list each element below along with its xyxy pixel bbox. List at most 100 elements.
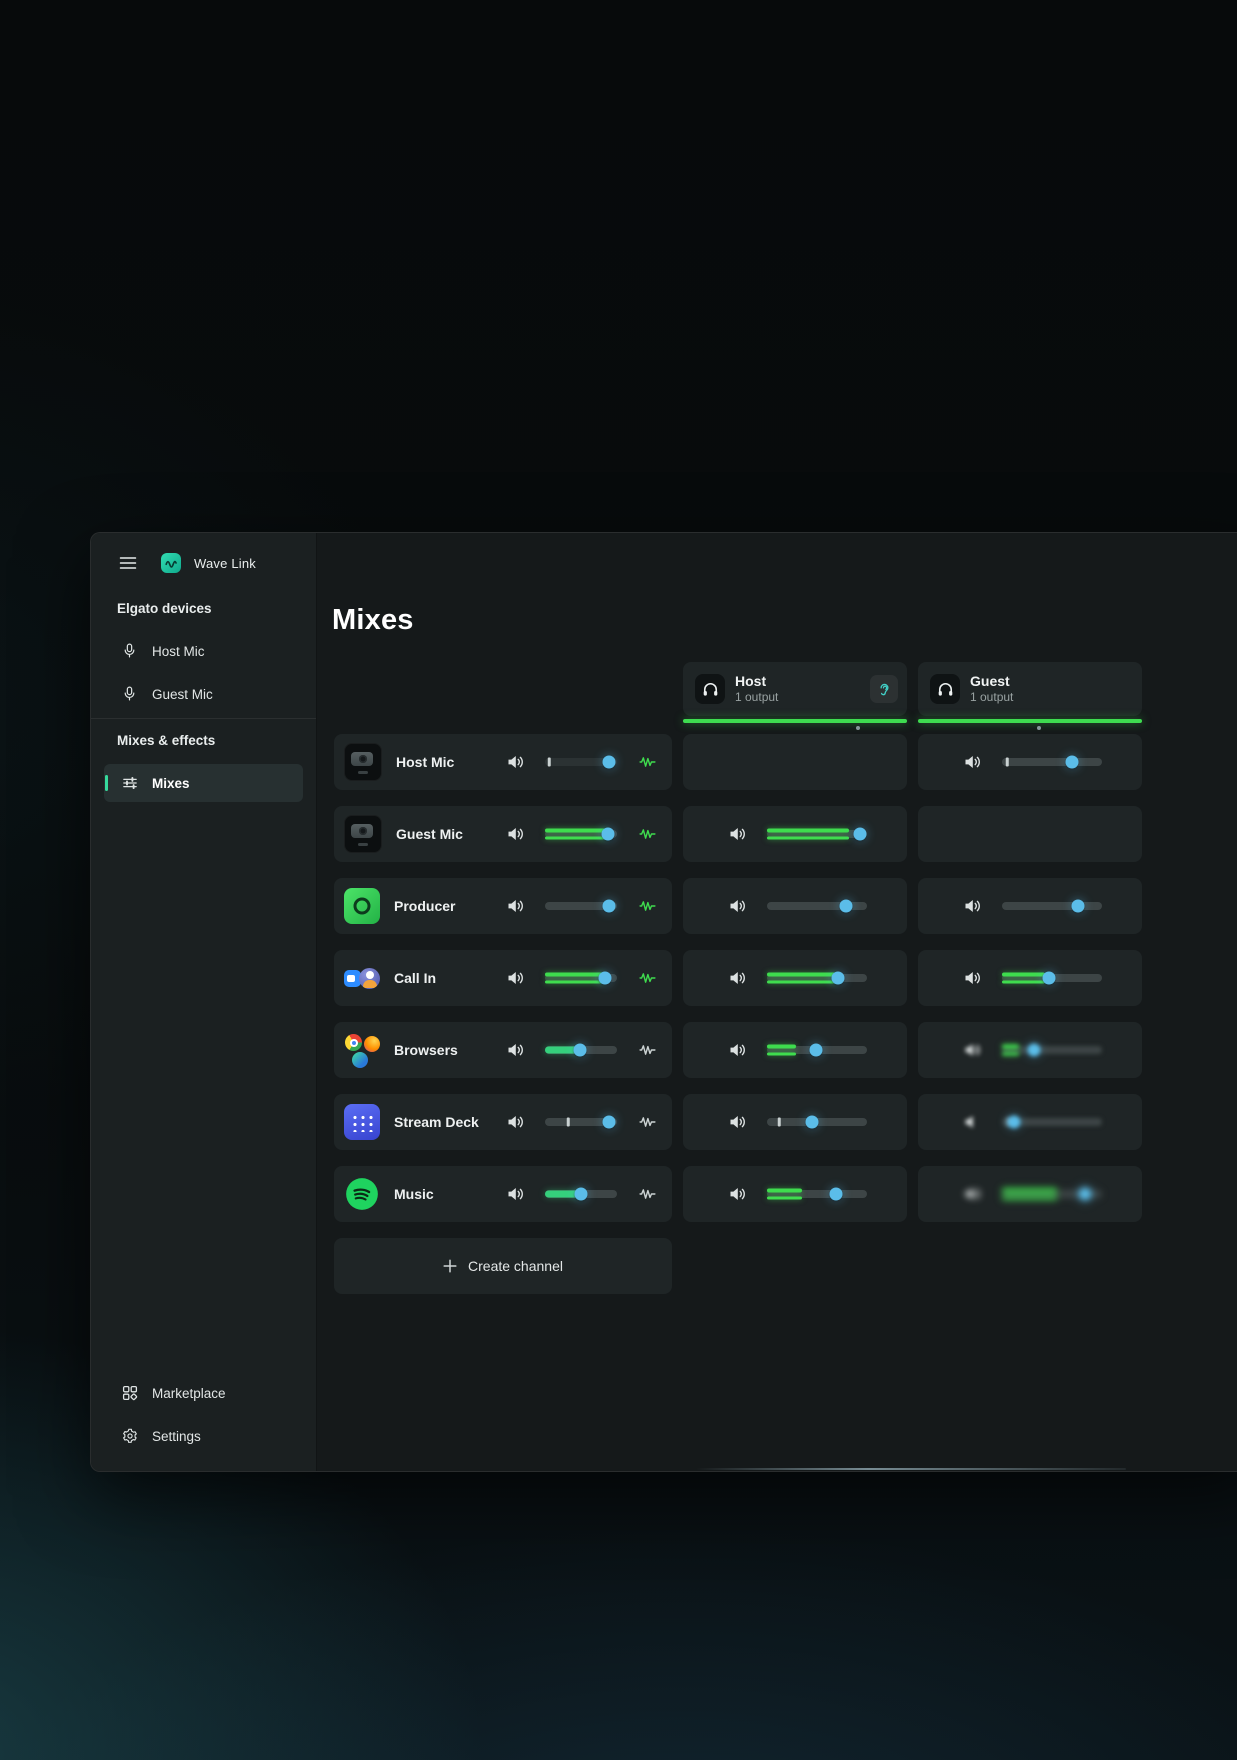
mix-volume-slider[interactable] xyxy=(767,966,867,990)
channel-row-host-mic[interactable]: Host Mic xyxy=(334,734,672,790)
waveform-icon[interactable] xyxy=(639,971,656,985)
channel-name: Stream Deck xyxy=(394,1114,479,1130)
mix-cell-guest-mic-host[interactable] xyxy=(683,806,907,862)
sidebar-item-settings[interactable]: Settings xyxy=(104,1417,303,1455)
listen-icon[interactable] xyxy=(870,675,898,703)
monitor-volume-slider[interactable] xyxy=(545,966,617,990)
channel-row-browsers[interactable]: Browsers xyxy=(334,1022,672,1078)
speaker-icon[interactable] xyxy=(729,1186,747,1202)
mix-cell-music-guest[interactable] xyxy=(918,1166,1142,1222)
mix-volume-slider[interactable] xyxy=(1002,966,1102,990)
channel-row-producer[interactable]: Producer xyxy=(334,878,672,934)
slider-knob[interactable] xyxy=(1078,1187,1092,1201)
speaker-icon[interactable] xyxy=(729,898,747,914)
slider-knob[interactable] xyxy=(1042,971,1056,985)
slider-knob[interactable] xyxy=(598,971,612,985)
slider-knob[interactable] xyxy=(805,1115,819,1129)
monitor-volume-slider[interactable] xyxy=(545,822,617,846)
waveform-icon[interactable] xyxy=(639,1115,656,1129)
sidebar-item-marketplace[interactable]: Marketplace xyxy=(104,1374,303,1412)
mix-cell-call-in-guest[interactable] xyxy=(918,950,1142,1006)
channel-row-guest-mic[interactable]: Guest Mic xyxy=(334,806,672,862)
speaker-icon[interactable] xyxy=(507,1042,525,1058)
create-channel-button[interactable]: Create channel xyxy=(334,1238,672,1294)
sidebar-item-host-mic[interactable]: Host Mic xyxy=(104,632,303,670)
mix-volume-slider[interactable] xyxy=(1002,750,1102,774)
speaker-icon[interactable] xyxy=(507,754,525,770)
waveform-icon[interactable] xyxy=(639,827,656,841)
channel-row-stream-deck[interactable]: Stream Deck xyxy=(334,1094,672,1150)
mix-cell-guest-mic-guest[interactable] xyxy=(918,806,1142,862)
channel-row-call-in[interactable]: Call In xyxy=(334,950,672,1006)
speaker-icon[interactable] xyxy=(964,754,982,770)
mix-cell-stream-deck-guest[interactable] xyxy=(918,1094,1142,1150)
speaker-muted-icon[interactable] xyxy=(964,1114,982,1130)
speaker-icon[interactable] xyxy=(507,826,525,842)
mix-cell-host-mic-host[interactable] xyxy=(683,734,907,790)
monitor-volume-slider[interactable] xyxy=(545,750,617,774)
level-marker xyxy=(1036,726,1041,730)
slider-knob[interactable] xyxy=(829,1187,843,1201)
slider-knob[interactable] xyxy=(602,755,616,769)
mix-volume-slider[interactable] xyxy=(1002,1038,1102,1062)
speaker-icon[interactable] xyxy=(964,1186,982,1202)
channel-row-music[interactable]: Music xyxy=(334,1166,672,1222)
monitor-volume-slider[interactable] xyxy=(545,1110,617,1134)
mix-volume-slider[interactable] xyxy=(767,822,867,846)
window-edge-highlight xyxy=(696,1468,1126,1470)
mix-cell-browsers-guest[interactable] xyxy=(918,1022,1142,1078)
mix-volume-slider[interactable] xyxy=(767,1182,867,1206)
slider-knob[interactable] xyxy=(602,1115,616,1129)
sidebar-item-guest-mic[interactable]: Guest Mic xyxy=(104,675,303,713)
mix-cell-browsers-host[interactable] xyxy=(683,1022,907,1078)
mix-header-guest-box[interactable]: Guest 1 output xyxy=(918,662,1142,716)
mix-volume-slider[interactable] xyxy=(767,1038,867,1062)
mix-volume-slider[interactable] xyxy=(767,1110,867,1134)
slider-knob[interactable] xyxy=(839,899,853,913)
waveform-icon[interactable] xyxy=(639,1187,656,1201)
slider-knob[interactable] xyxy=(1007,1115,1021,1129)
mix-cell-producer-host[interactable] xyxy=(683,878,907,934)
mix-volume-slider[interactable] xyxy=(1002,1182,1102,1206)
speaker-icon[interactable] xyxy=(729,1114,747,1130)
mix-header-host-box[interactable]: Host 1 output xyxy=(683,662,907,716)
speaker-icon[interactable] xyxy=(507,1114,525,1130)
mix-cell-call-in-host[interactable] xyxy=(683,950,907,1006)
mix-volume-slider[interactable] xyxy=(1002,1110,1102,1134)
slider-knob[interactable] xyxy=(601,827,615,841)
hamburger-menu-icon[interactable] xyxy=(119,556,137,570)
slider-knob[interactable] xyxy=(853,827,867,841)
speaker-icon[interactable] xyxy=(507,970,525,986)
speaker-icon[interactable] xyxy=(964,898,982,914)
monitor-volume-slider[interactable] xyxy=(545,1038,617,1062)
slider-knob[interactable] xyxy=(1071,899,1085,913)
slider-knob[interactable] xyxy=(602,899,616,913)
speaker-icon[interactable] xyxy=(507,1186,525,1202)
monitor-volume-slider[interactable] xyxy=(545,894,617,918)
speaker-icon[interactable] xyxy=(729,970,747,986)
speaker-icon[interactable] xyxy=(507,898,525,914)
speaker-icon[interactable] xyxy=(729,1042,747,1058)
mix-cell-music-host[interactable] xyxy=(683,1166,907,1222)
slider-knob[interactable] xyxy=(573,1043,587,1057)
slider-knob[interactable] xyxy=(831,971,845,985)
speaker-icon[interactable] xyxy=(964,1042,982,1058)
mix-volume-slider[interactable] xyxy=(1002,894,1102,918)
sidebar-divider xyxy=(91,718,316,719)
waveform-icon[interactable] xyxy=(639,899,656,913)
mix-volume-slider[interactable] xyxy=(767,894,867,918)
sidebar-item-mixes[interactable]: Mixes xyxy=(104,764,303,802)
waveform-icon[interactable] xyxy=(639,1043,656,1057)
monitor-volume-slider[interactable] xyxy=(545,1182,617,1206)
mix-cell-producer-guest[interactable] xyxy=(918,878,1142,934)
speaker-icon[interactable] xyxy=(729,826,747,842)
waveform-icon[interactable] xyxy=(639,755,656,769)
slider-knob[interactable] xyxy=(1065,755,1079,769)
slider-knob[interactable] xyxy=(809,1043,823,1057)
slider-knob[interactable] xyxy=(574,1187,588,1201)
mix-cell-stream-deck-host[interactable] xyxy=(683,1094,907,1150)
mix-cell-host-mic-guest[interactable] xyxy=(918,734,1142,790)
speaker-icon[interactable] xyxy=(964,970,982,986)
slider-knob[interactable] xyxy=(1027,1043,1041,1057)
channel-name: Producer xyxy=(394,898,456,914)
